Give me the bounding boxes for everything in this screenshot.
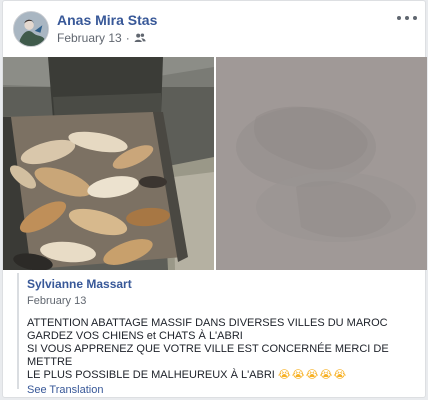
shared-date[interactable]: February 13: [27, 295, 415, 307]
friends-icon[interactable]: [134, 32, 146, 44]
see-translation-link[interactable]: See Translation: [27, 384, 415, 396]
post-author-name[interactable]: Anas Mira Stas: [57, 12, 157, 28]
post-card: Anas Mira Stas February 13 · Sylvianne M…: [2, 0, 427, 398]
photo-grey-blurred[interactable]: [216, 57, 427, 270]
author-avatar[interactable]: [13, 11, 49, 47]
shared-author-name[interactable]: Sylvianne Massart: [27, 277, 415, 291]
shared-post-text: ATTENTION ABATTAGE MASSIF DANS DIVERSES …: [27, 317, 415, 382]
photo-truck-animals[interactable]: [3, 57, 214, 270]
more-options-icon[interactable]: [397, 11, 417, 25]
post-meta: February 13 ·: [57, 31, 146, 45]
shared-post: Sylvianne Massart February 13 ATTENTION …: [17, 273, 415, 396]
meta-separator: ·: [125, 31, 130, 45]
crying-emoji-icons: 😭😭😭😭😭: [277, 369, 348, 381]
post-date[interactable]: February 13: [57, 31, 122, 45]
